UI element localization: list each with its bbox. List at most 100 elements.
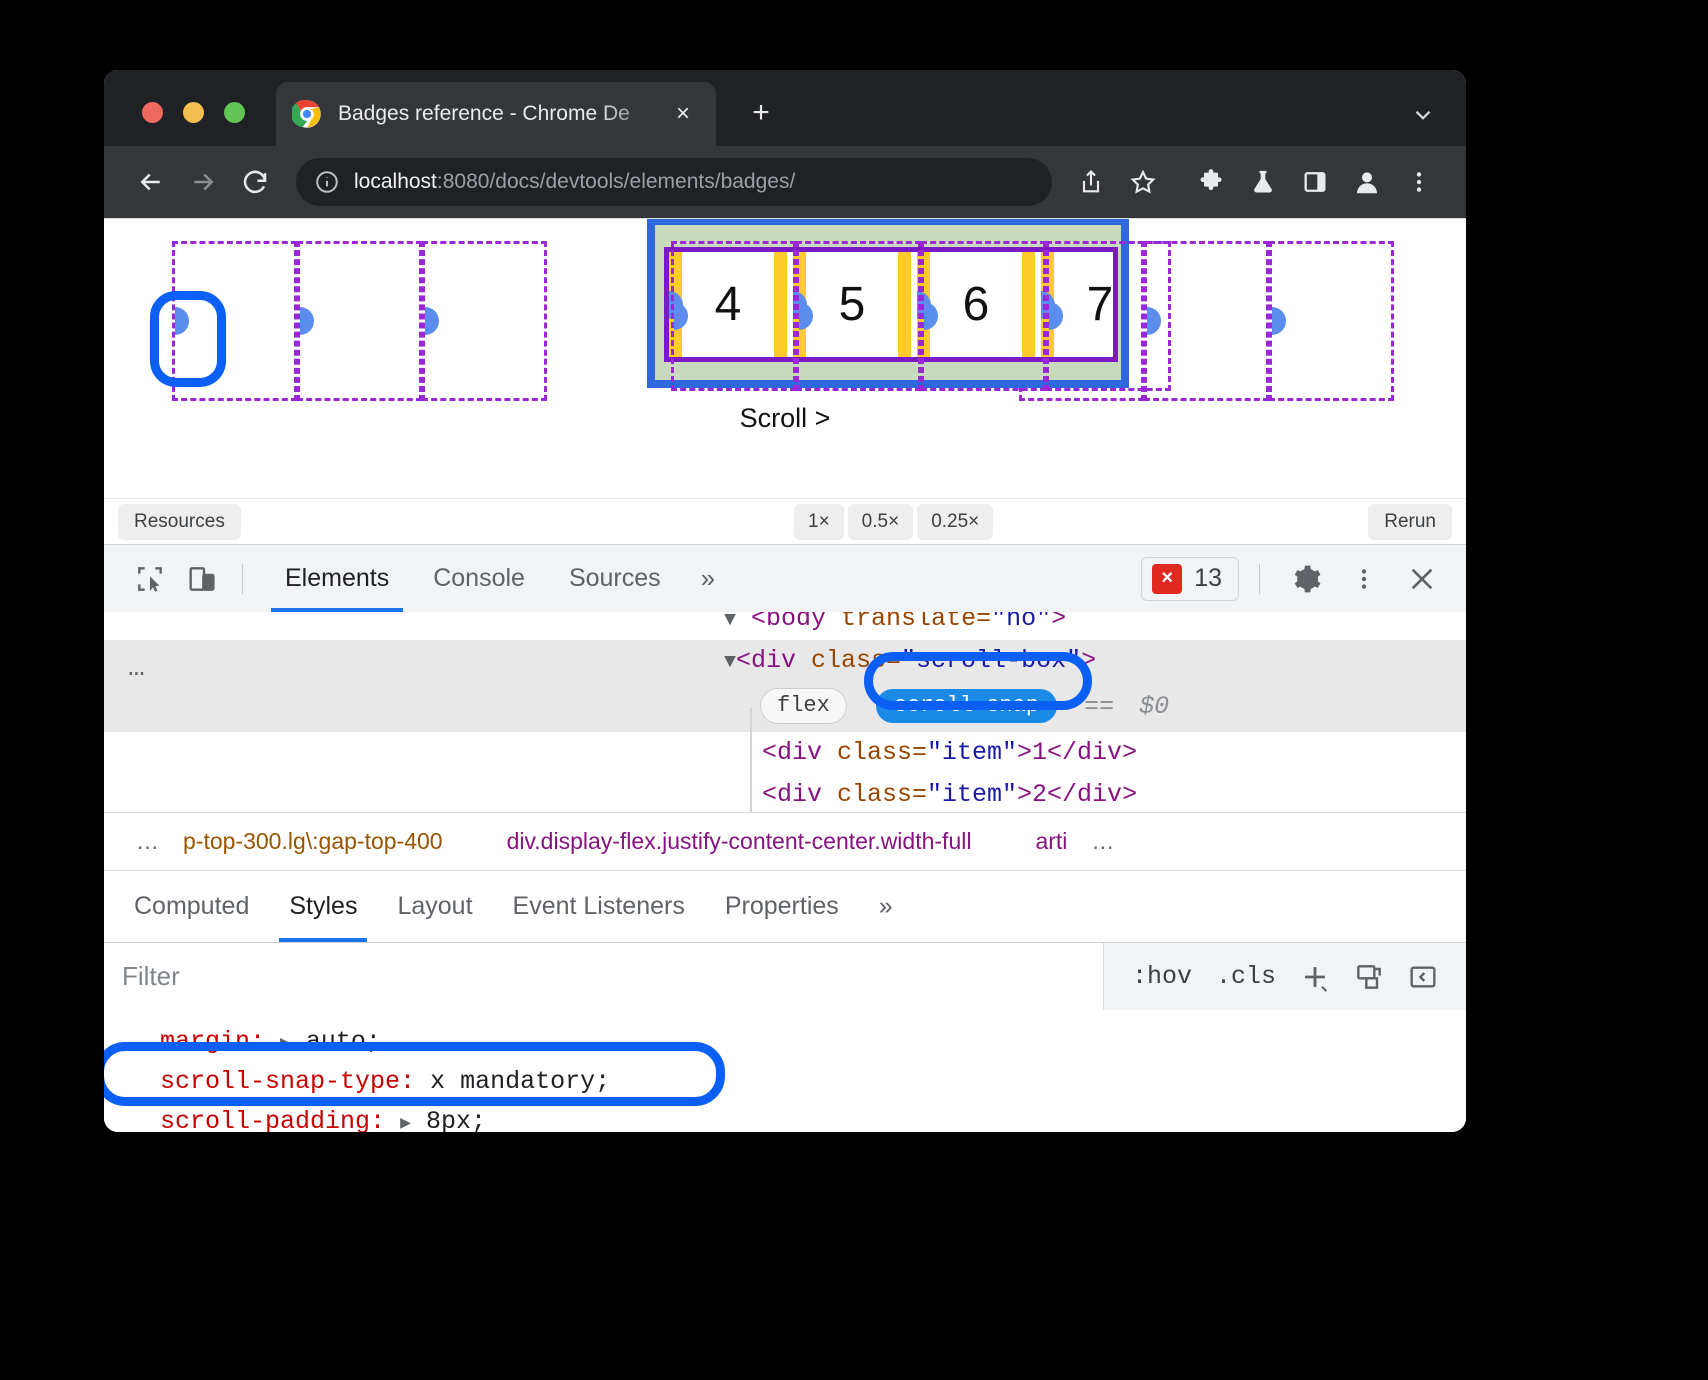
url-host: localhost	[354, 170, 437, 193]
inspect-cursor-icon[interactable]	[124, 556, 176, 602]
styles-more-tabs-button[interactable]: »	[859, 871, 913, 942]
css-declaration-scroll-padding[interactable]: scroll-padding: ▶ 8px;	[160, 1102, 1466, 1132]
snap-area-ghost	[172, 241, 297, 401]
tab-sources[interactable]: Sources	[547, 545, 683, 612]
error-count: 13	[1194, 564, 1222, 593]
expand-triangle-icon[interactable]: ▶	[400, 1114, 411, 1132]
minimize-window-button[interactable]	[183, 102, 204, 123]
snap-area-ghost	[297, 241, 422, 401]
tab-event-listeners[interactable]: Event Listeners	[493, 871, 705, 942]
chevron-down-icon[interactable]	[1406, 98, 1440, 132]
dom-row-body[interactable]: ▼ <body translate="no">	[104, 612, 1466, 640]
url-path: :8080/docs/devtools/elements/badges/	[437, 170, 795, 193]
zoom-0.25x-button[interactable]: 0.25×	[917, 504, 993, 540]
tab-styles[interactable]: Styles	[269, 871, 377, 942]
dom-row-item-1[interactable]: <div class="item">1</div>	[104, 732, 1466, 774]
error-count-badge[interactable]: × 13	[1141, 557, 1239, 601]
badge-flex[interactable]: flex	[760, 688, 847, 724]
three-dot-menu-icon[interactable]	[1338, 556, 1390, 602]
breadcrumb-item-0[interactable]: p-top-300.lg\:gap-top-400	[173, 828, 453, 855]
expand-arrow-icon[interactable]: ▼	[724, 612, 736, 632]
toolbar-divider	[1259, 564, 1260, 594]
breadcrumb-item-1[interactable]: div.display-flex.justify-content-center.…	[497, 828, 982, 855]
breadcrumb: … p-top-300.lg\:gap-top-400 div.display-…	[104, 812, 1466, 870]
css-property[interactable]: scroll-snap-type	[160, 1067, 400, 1096]
more-tabs-button[interactable]: »	[683, 545, 733, 612]
address-bar[interactable]: localhost:8080/docs/devtools/elements/ba…	[296, 158, 1052, 206]
scroll-hint-label: Scroll >	[104, 403, 1466, 434]
devtools-panel: Elements Console Sources » × 13	[104, 544, 1466, 1132]
snap-area-ghost	[1269, 241, 1394, 401]
tab-computed[interactable]: Computed	[114, 871, 269, 942]
maximize-window-button[interactable]	[224, 102, 245, 123]
zoom-0.5x-button[interactable]: 0.5×	[848, 504, 914, 540]
dom-attr: class=	[811, 646, 901, 675]
browser-window: Badges reference - Chrome De × +	[104, 70, 1466, 1132]
breadcrumb-right-ellipsis[interactable]: …	[1077, 828, 1128, 855]
rerun-button[interactable]: Rerun	[1368, 504, 1452, 540]
snap-area-ghost	[671, 241, 796, 391]
styles-pane-tab-list: Computed Styles Layout Event Listeners P…	[104, 870, 1466, 942]
tab-elements[interactable]: Elements	[263, 545, 411, 612]
reload-icon[interactable]	[232, 159, 278, 205]
device-toolbar-icon[interactable]	[176, 556, 228, 602]
tab-properties[interactable]: Properties	[705, 871, 859, 942]
css-declaration-margin[interactable]: margin: ▶ auto;	[160, 1022, 1466, 1062]
info-icon[interactable]	[314, 169, 340, 195]
styles-filter-input[interactable]: Filter	[104, 943, 1104, 1010]
styles-filter-tools: :hov .cls	[1104, 954, 1466, 1000]
three-dot-menu-icon[interactable]	[1396, 159, 1442, 205]
labs-flask-icon[interactable]	[1240, 159, 1286, 205]
extensions-puzzle-icon[interactable]	[1188, 159, 1234, 205]
devtools-toolbar: Elements Console Sources » × 13	[104, 544, 1466, 612]
dom-row-scroll-box[interactable]: … ▼<div class="scroll-box"> flex scroll-…	[104, 640, 1466, 732]
breadcrumb-item-2[interactable]: arti	[1025, 828, 1077, 855]
tab-layout[interactable]: Layout	[377, 871, 492, 942]
navigation-bar: localhost:8080/docs/devtools/elements/ba…	[104, 146, 1466, 218]
snap-area-ghost	[921, 241, 1046, 391]
copy-styles-icon[interactable]	[1346, 954, 1392, 1000]
bookmark-star-icon[interactable]	[1120, 159, 1166, 205]
cls-button[interactable]: .cls	[1208, 962, 1284, 991]
tab-title: Badges reference - Chrome De	[338, 102, 666, 126]
new-style-rule-icon[interactable]	[1292, 954, 1338, 1000]
dom-indent-guide	[750, 708, 752, 812]
tab-strip: Badges reference - Chrome De × +	[104, 70, 1466, 146]
zoom-1x-button[interactable]: 1×	[794, 504, 844, 540]
resources-bar: Resources 1× 0.5× 0.25× Rerun	[104, 498, 1466, 544]
profile-avatar-icon[interactable]	[1344, 159, 1390, 205]
side-panel-icon[interactable]	[1292, 159, 1338, 205]
resources-button[interactable]: Resources	[118, 504, 241, 540]
tab-console[interactable]: Console	[411, 545, 547, 612]
share-icon[interactable]	[1068, 159, 1114, 205]
css-value[interactable]: x mandatory	[430, 1067, 595, 1096]
css-declaration-scroll-snap-type[interactable]: scroll-snap-type: x mandatory;	[160, 1062, 1466, 1102]
css-property[interactable]: margin	[160, 1027, 250, 1056]
toggle-sidebar-icon[interactable]	[1400, 954, 1446, 1000]
new-tab-button[interactable]: +	[740, 92, 782, 134]
devtools-tab-list: Elements Console Sources »	[263, 545, 733, 612]
hov-button[interactable]: :hov	[1124, 962, 1200, 991]
css-value[interactable]: auto	[306, 1027, 366, 1056]
gear-icon[interactable]	[1280, 556, 1332, 602]
back-arrow-icon[interactable]	[128, 159, 174, 205]
expand-arrow-icon[interactable]: ▼	[724, 651, 736, 674]
expand-triangle-icon[interactable]: ▶	[280, 1034, 291, 1054]
tab-close-icon[interactable]: ×	[666, 97, 700, 131]
badge-scroll-snap[interactable]: scroll-snap	[876, 689, 1057, 723]
window-controls	[142, 102, 245, 123]
dom-ellipsis-button[interactable]: …	[128, 648, 148, 690]
snap-area-ghost	[1046, 241, 1171, 391]
browser-tab[interactable]: Badges reference - Chrome De ×	[276, 82, 716, 146]
dom-equals: ==	[1084, 692, 1114, 721]
breadcrumb-left-ellipsis[interactable]: …	[122, 828, 173, 855]
close-icon[interactable]	[1396, 556, 1448, 602]
css-property[interactable]: scroll-padding	[160, 1107, 370, 1132]
styles-filter-row: Filter :hov .cls	[104, 942, 1466, 1010]
page-viewport: 4 5 6 7	[104, 218, 1466, 498]
dom-tag: <body	[751, 612, 841, 633]
css-value[interactable]: 8px	[426, 1107, 471, 1132]
dom-row-item-2[interactable]: <div class="item">2</div>	[104, 774, 1466, 812]
forward-arrow-icon[interactable]	[180, 159, 226, 205]
close-window-button[interactable]	[142, 102, 163, 123]
